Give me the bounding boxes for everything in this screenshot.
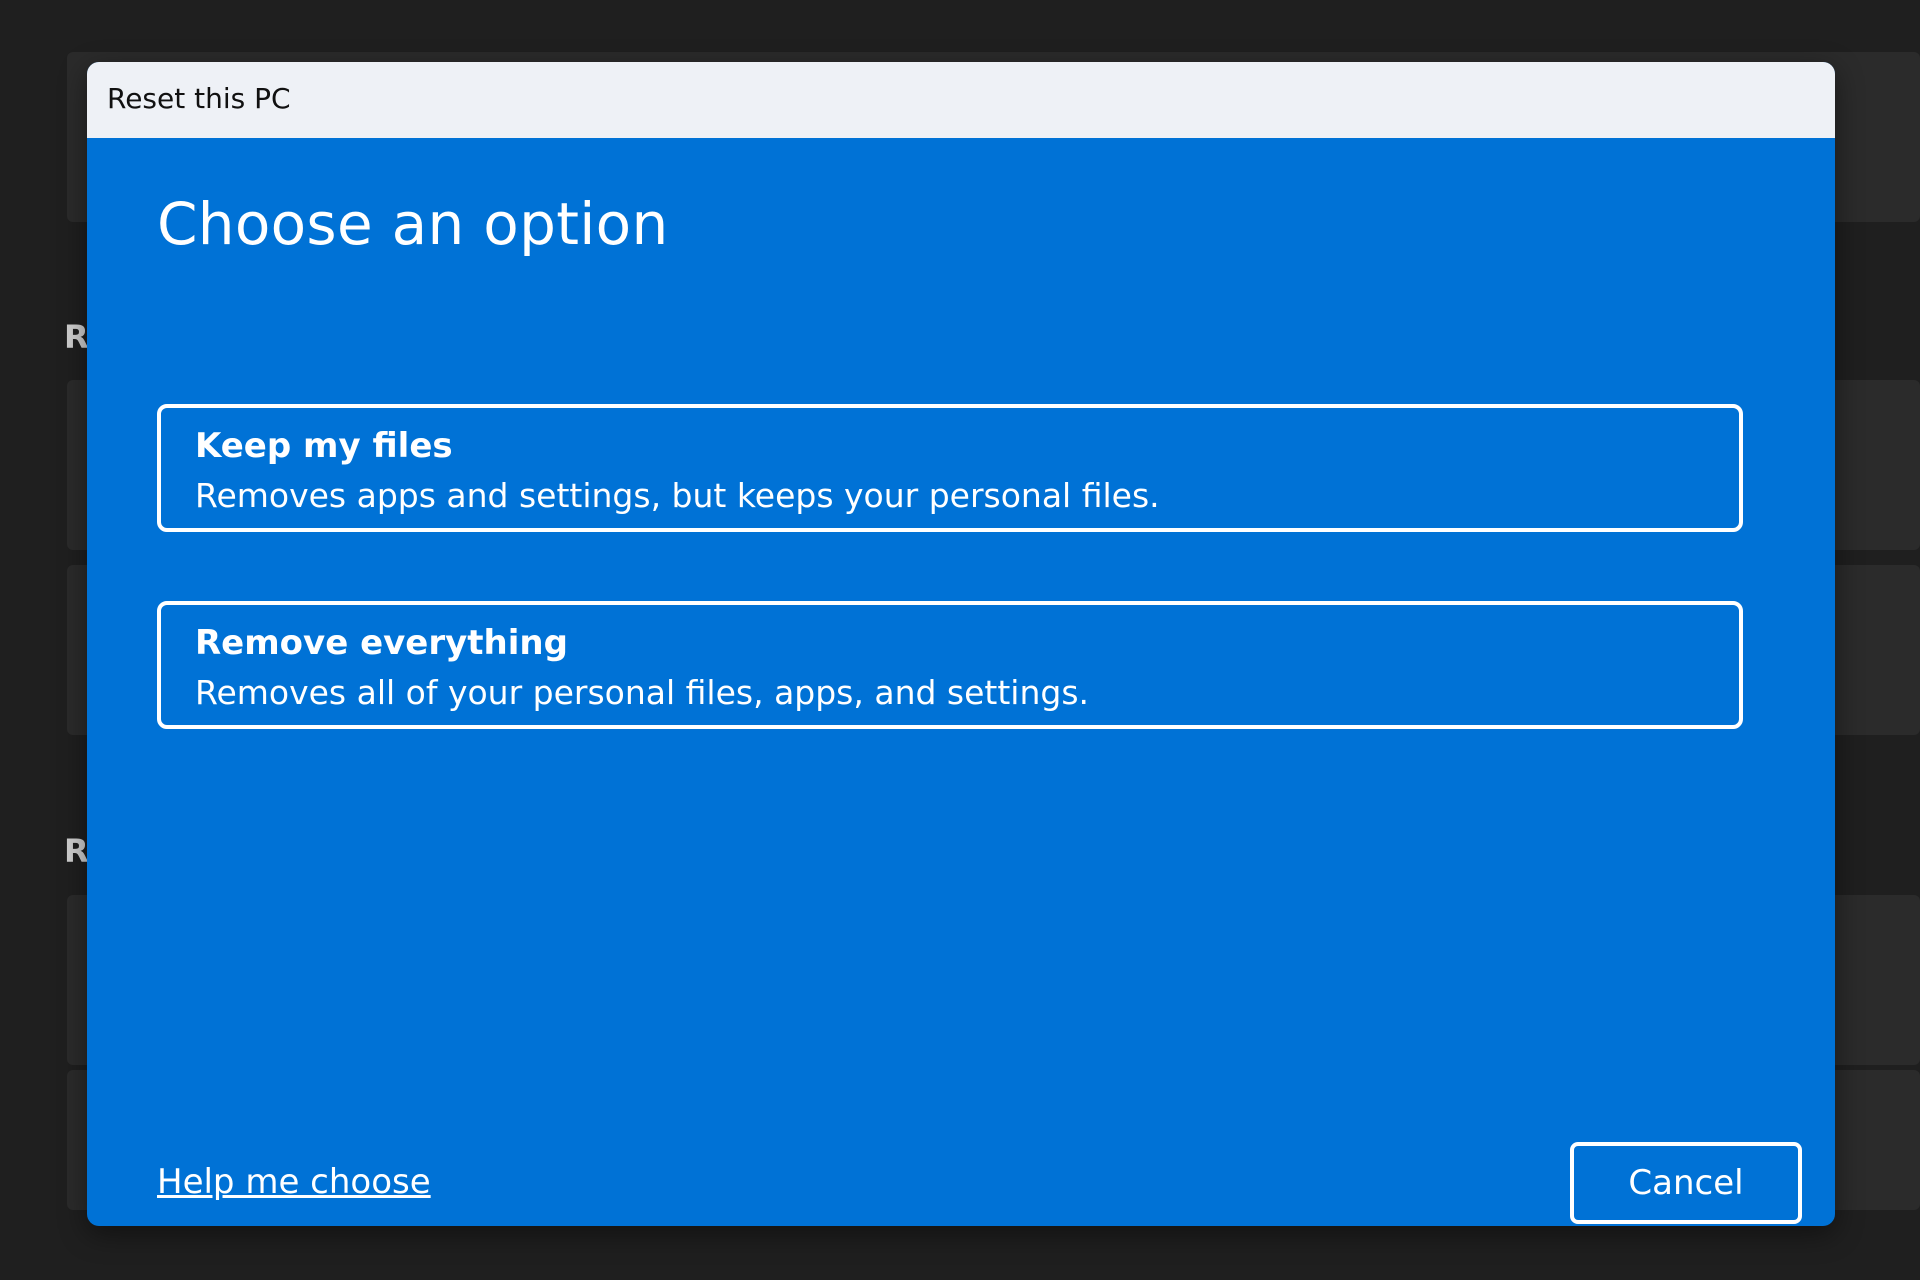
cancel-button[interactable]: Cancel xyxy=(1570,1142,1802,1224)
option-title: Remove everything xyxy=(195,623,568,663)
option-description: Removes apps and settings, but keeps you… xyxy=(195,476,1160,515)
option-title: Keep my files xyxy=(195,426,453,466)
help-me-choose-link[interactable]: Help me choose xyxy=(157,1162,431,1202)
background-section-heading: R xyxy=(64,318,89,356)
option-description: Removes all of your personal files, apps… xyxy=(195,673,1090,712)
keep-my-files-option[interactable]: Keep my files Removes apps and settings,… xyxy=(157,404,1743,532)
reset-this-pc-dialog: Reset this PC Choose an option Keep my f… xyxy=(87,62,1835,1226)
window-title: Reset this PC xyxy=(107,82,291,115)
dialog-content: Choose an option Keep my files Removes a… xyxy=(87,138,1835,1226)
dialog-heading: Choose an option xyxy=(157,190,669,258)
dialog-titlebar: Reset this PC xyxy=(87,62,1835,138)
remove-everything-option[interactable]: Remove everything Removes all of your pe… xyxy=(157,601,1743,729)
background-section-heading: R xyxy=(64,832,89,870)
